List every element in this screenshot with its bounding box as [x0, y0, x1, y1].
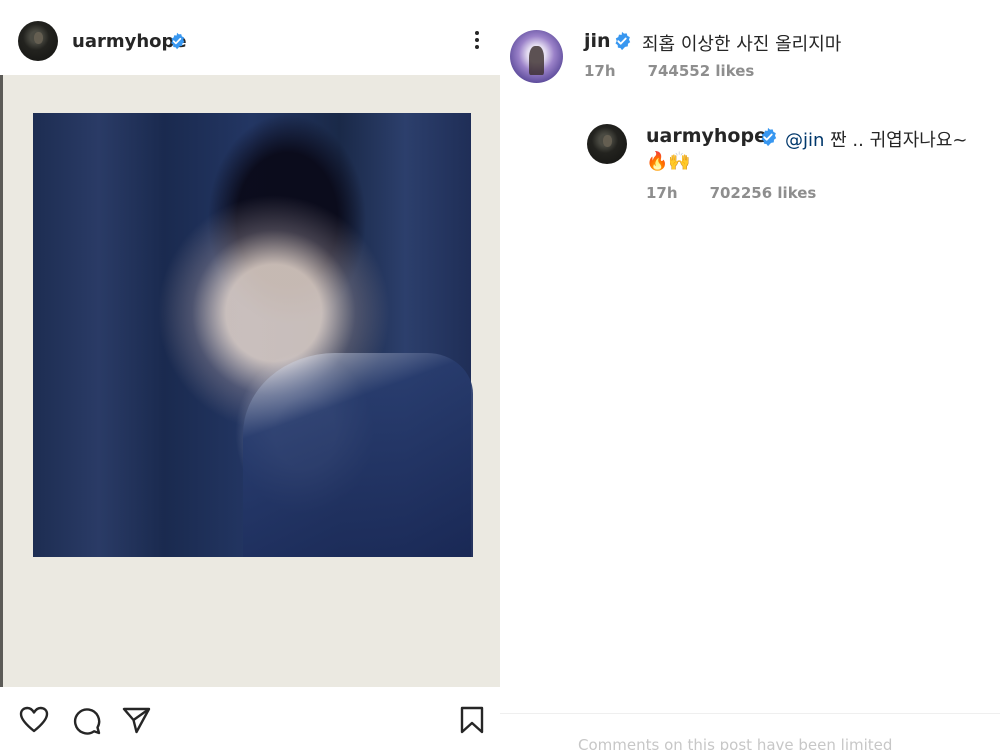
verified-badge-icon: [171, 32, 185, 50]
polaroid-image: [33, 113, 473, 557]
comment-meta: 17h 702256 likes: [646, 184, 816, 202]
comment-username[interactable]: jin: [584, 30, 611, 52]
action-bar: [0, 690, 500, 750]
mention-link[interactable]: @jin: [785, 130, 824, 151]
verified-badge-icon: [761, 127, 777, 147]
divider: [500, 713, 1000, 714]
more-vertical-icon[interactable]: [466, 28, 488, 56]
comment-text: @jin 짠 .. 귀엽자나요~: [785, 126, 967, 152]
share-icon[interactable]: [120, 704, 152, 736]
comment-body: 짠 .. 귀엽자나요~: [824, 130, 968, 151]
comment-icon[interactable]: [70, 704, 102, 736]
commenter-avatar[interactable]: [510, 30, 563, 83]
comment-text: 죄홉 이상한 사진 올리지마: [642, 34, 842, 55]
comments-panel: jin 죄홉 이상한 사진 올리지마 17h 744552 likes uarmy…: [500, 0, 1000, 750]
comment-username[interactable]: uarmyhope: [646, 125, 767, 147]
post: uarmyhope: [0, 0, 500, 750]
save-icon[interactable]: [456, 704, 488, 736]
comment-meta: 17h 744552 likes: [584, 62, 754, 80]
like-icon[interactable]: [18, 704, 50, 736]
comments-limited-notice: Comments on this post have been limited: [578, 736, 893, 750]
commenter-avatar[interactable]: [587, 124, 627, 164]
comment-likes[interactable]: 744552 likes: [648, 62, 755, 80]
post-header: uarmyhope: [0, 0, 500, 80]
comment-emojis: 🔥🙌: [646, 151, 691, 172]
author-avatar[interactable]: [18, 21, 58, 61]
comment-time: 17h: [584, 62, 616, 80]
comment-likes[interactable]: 702256 likes: [710, 184, 817, 202]
verified-badge-icon: [615, 31, 631, 51]
post-photo[interactable]: [0, 75, 500, 687]
comment-time: 17h: [646, 184, 678, 202]
